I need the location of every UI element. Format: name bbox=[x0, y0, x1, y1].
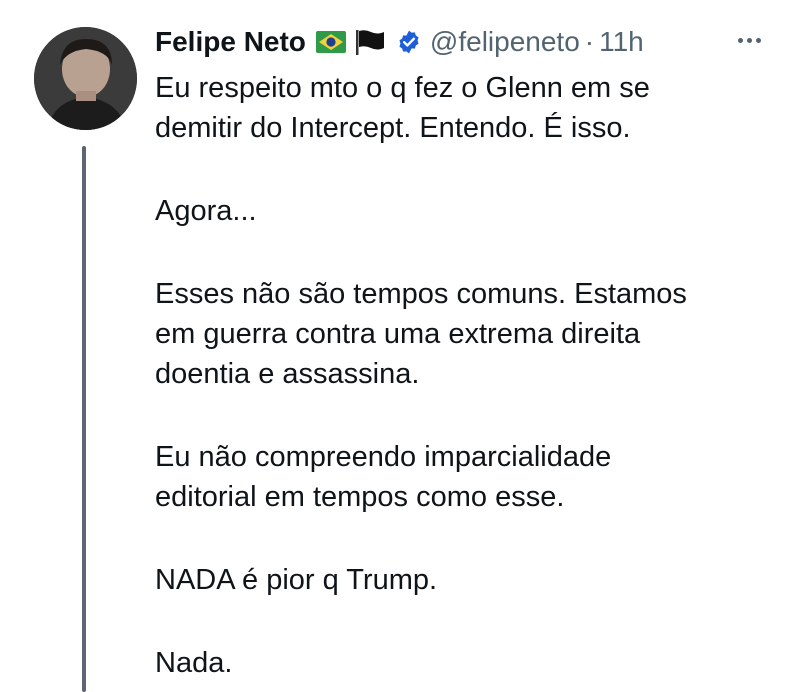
avatar-image bbox=[34, 27, 137, 130]
text-line: demitir do Intercept. Entendo. É isso. bbox=[155, 112, 631, 144]
separator-dot: · bbox=[584, 26, 595, 57]
thread-connector-line bbox=[82, 146, 86, 692]
tweet-header: Felipe Neto @felipeneto · 11h bbox=[155, 22, 644, 62]
tweet-paragraph: NADA é pior q Trump. bbox=[155, 560, 795, 600]
text-line: Eu não compreendo imparcialidade bbox=[155, 441, 612, 473]
text-line: NADA é pior q Trump. bbox=[155, 564, 438, 596]
tweet-paragraph: Esses não são tempos comuns. Estamos em … bbox=[155, 274, 795, 394]
tweet-paragraph: Agora... bbox=[155, 191, 795, 231]
verified-badge-icon bbox=[396, 29, 422, 55]
text-line: Esses não são tempos comuns. Estamos bbox=[155, 278, 687, 310]
text-line: em guerra contra uma extrema direita bbox=[155, 318, 641, 350]
user-handle[interactable]: @felipeneto bbox=[430, 26, 580, 58]
text-line: doentia e assassina. bbox=[155, 358, 420, 390]
tweet-text: Eu respeito mto o q fez o Glenn em se de… bbox=[155, 68, 795, 683]
black-flag-icon bbox=[355, 29, 385, 55]
brazil-flag-icon bbox=[315, 31, 346, 53]
text-line: Agora... bbox=[155, 195, 257, 227]
timestamp[interactable]: 11h bbox=[599, 26, 644, 58]
avatar[interactable] bbox=[34, 27, 137, 130]
more-horizontal-icon[interactable] bbox=[738, 38, 761, 43]
text-line: editorial em tempos como esse. bbox=[155, 481, 565, 513]
tweet-paragraph: Nada. bbox=[155, 643, 795, 683]
text-line: Eu respeito mto o q fez o Glenn em se bbox=[155, 72, 650, 104]
tweet-paragraph: Eu não compreendo imparcialidade editori… bbox=[155, 437, 795, 517]
text-line: Nada. bbox=[155, 647, 233, 679]
display-name[interactable]: Felipe Neto bbox=[155, 26, 306, 58]
tweet-paragraph: Eu respeito mto o q fez o Glenn em se de… bbox=[155, 68, 795, 148]
tweet[interactable]: Felipe Neto @felipeneto · 11h Eu respeit… bbox=[0, 0, 803, 692]
